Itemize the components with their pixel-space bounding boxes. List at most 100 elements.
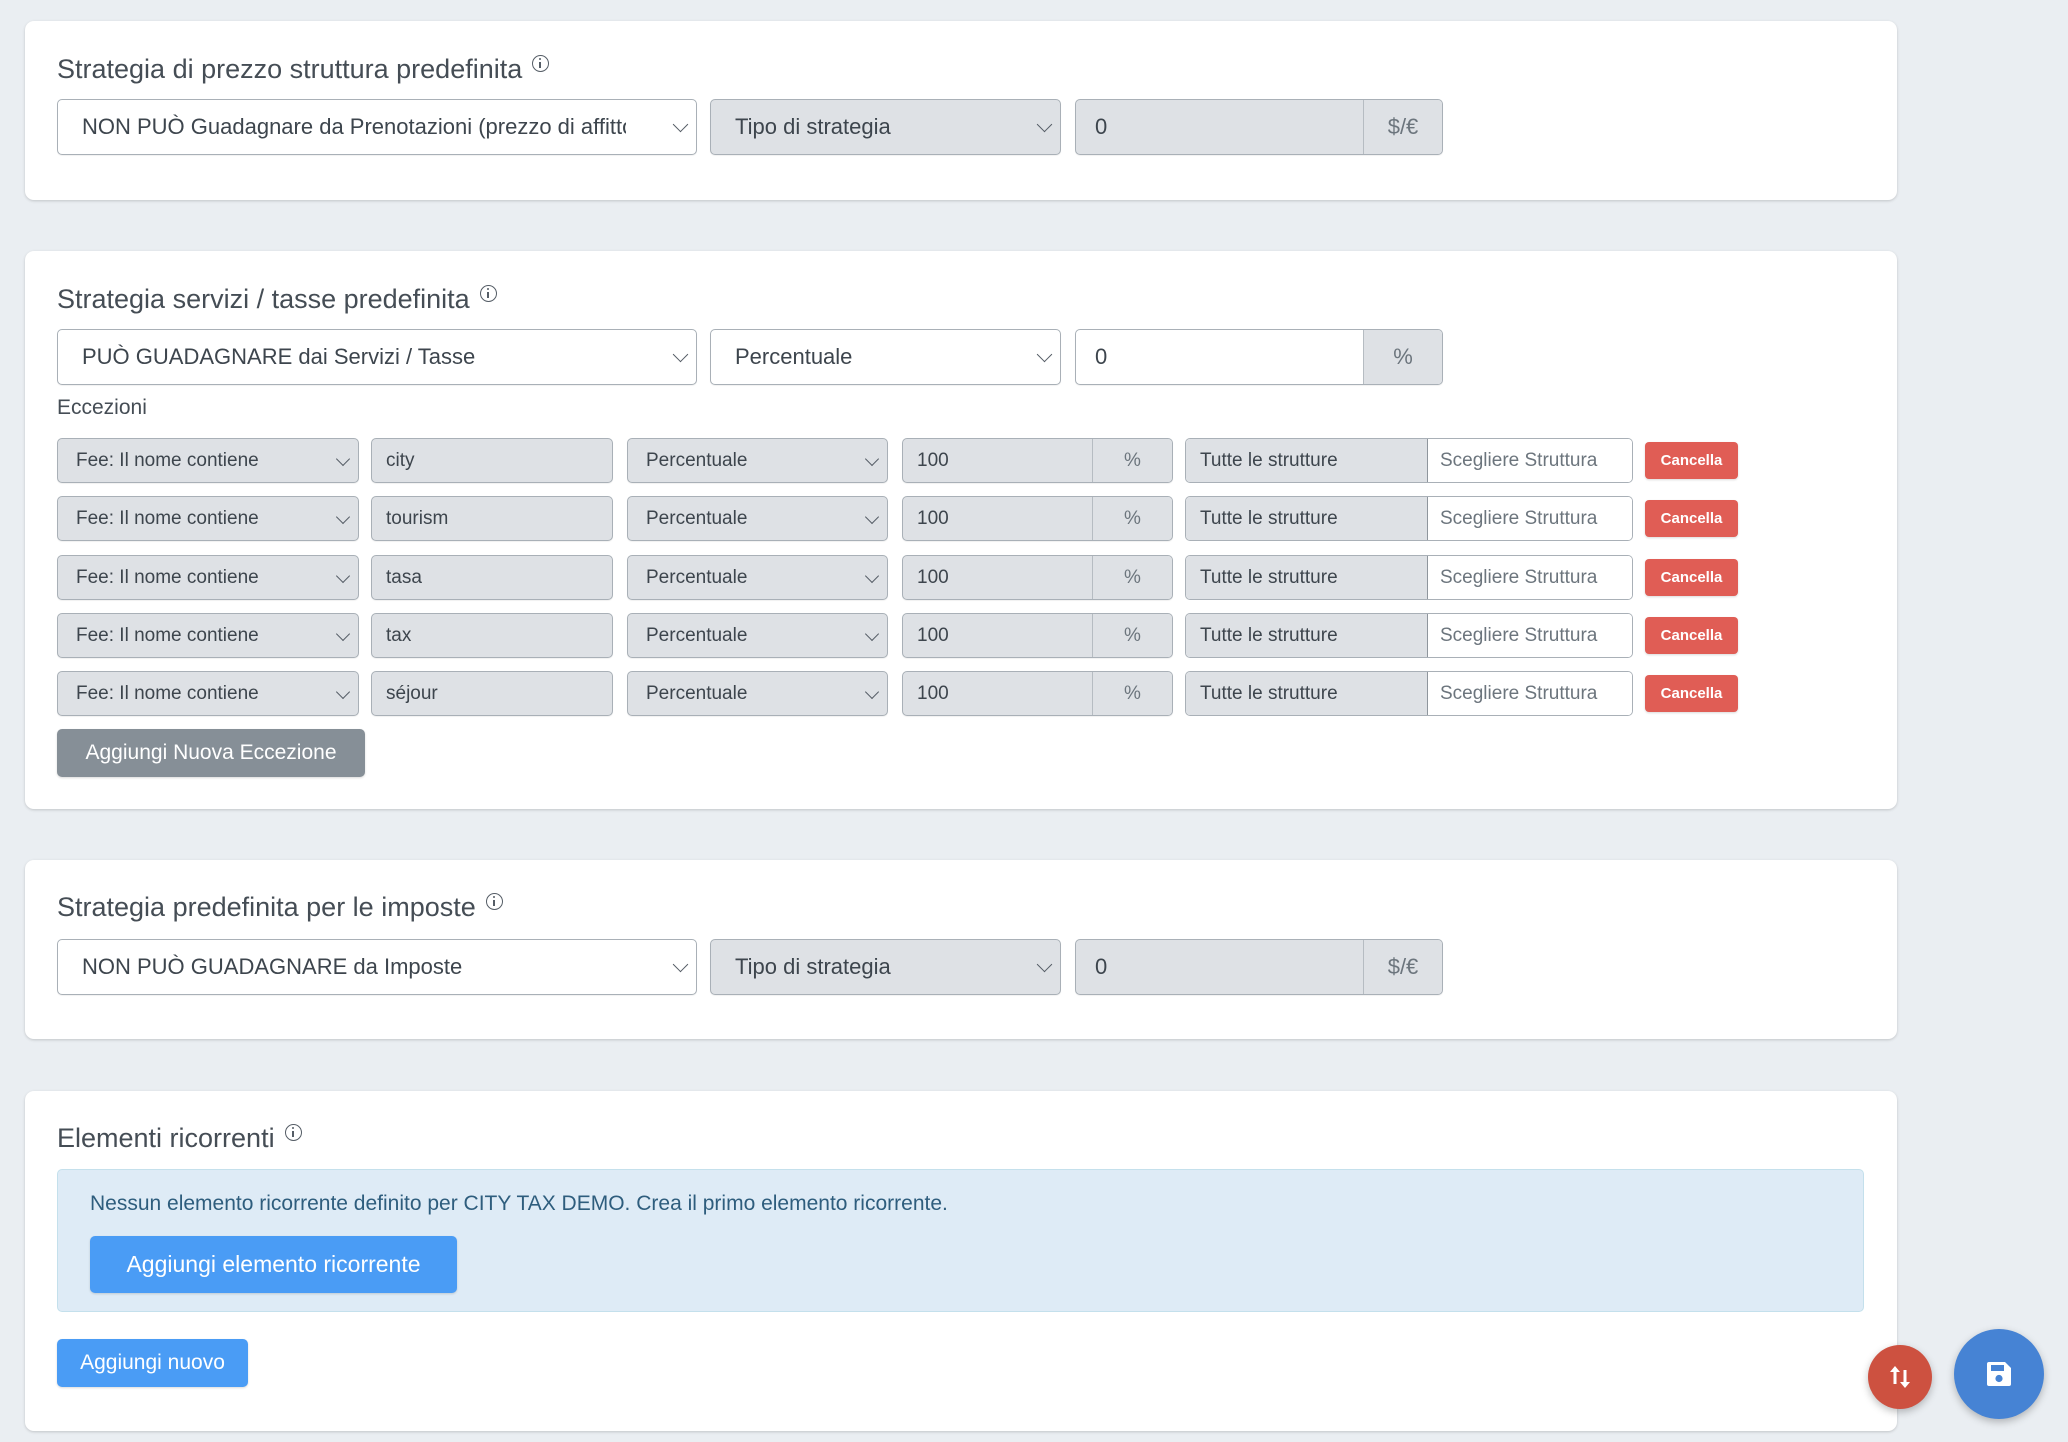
select-value: Fee: Il nome contiene — [76, 449, 259, 471]
chevron-down-icon — [672, 116, 689, 133]
select-value: NON PUÒ Guadagnare da Prenotazioni (prez… — [82, 114, 626, 139]
delete-exception-button[interactable]: Cancella — [1645, 500, 1738, 537]
exception-type-select[interactable]: Percentuale — [627, 438, 888, 483]
chevron-down-icon — [864, 568, 880, 583]
exception-value-input[interactable]: 100% — [902, 496, 1173, 541]
info-icon[interactable] — [485, 892, 503, 910]
chevron-down-icon — [335, 684, 351, 699]
exception-properties-group: Tutte le strutture Scegliere Struttura — [1185, 671, 1633, 716]
select-value: Tipo di strategia — [735, 114, 891, 139]
input-value: tasa — [386, 566, 422, 588]
exception-keyword-input[interactable]: tasa — [371, 555, 613, 600]
arrow-up-down-icon — [1890, 1366, 1910, 1388]
exception-keyword-input[interactable]: tax — [371, 613, 613, 658]
services-fees-strategy-select[interactable]: PUÒ GUADAGNARE dai Servizi / Tasse — [57, 329, 697, 385]
percent-suffix: % — [1363, 330, 1442, 384]
exception-keyword-input[interactable]: tourism — [371, 496, 613, 541]
add-recurring-element-button[interactable]: Aggiungi elemento ricorrente — [90, 1236, 457, 1293]
reorder-fab-button[interactable] — [1868, 1345, 1932, 1409]
exception-type-select[interactable]: Percentuale — [627, 496, 888, 541]
exception-value-input[interactable]: 100% — [902, 613, 1173, 658]
info-icon[interactable] — [479, 284, 497, 302]
input-value: 100 — [917, 682, 949, 704]
percent-suffix: % — [1092, 672, 1172, 715]
services-fees-strategy-card: Strategia servizi / tasse predefinita PU… — [25, 251, 1897, 809]
chevron-down-icon — [335, 568, 351, 583]
exception-condition-select[interactable]: Fee: Il nome contiene — [57, 438, 359, 483]
delete-exception-button[interactable]: Cancella — [1645, 617, 1738, 654]
select-value: Fee: Il nome contiene — [76, 566, 259, 588]
input-value: 100 — [917, 566, 949, 588]
exception-keyword-input[interactable]: séjour — [371, 671, 613, 716]
taxes-value-input[interactable]: 0 $/€ — [1075, 939, 1443, 995]
input-value: 100 — [917, 624, 949, 646]
chevron-down-icon — [1036, 116, 1053, 133]
currency-suffix: $/€ — [1363, 940, 1442, 994]
choose-property-input[interactable]: Scegliere Struttura — [1428, 672, 1632, 715]
property-price-strategy-card: Strategia di prezzo struttura predefinit… — [25, 21, 1897, 200]
section-title: Elementi ricorrenti — [57, 1120, 302, 1156]
taxes-strategy-card: Strategia predefinita per le imposte NON… — [25, 860, 1897, 1039]
chevron-down-icon — [335, 451, 351, 466]
all-properties-value: Tutte le strutture — [1186, 614, 1428, 657]
services-fees-value-input[interactable]: 0 % — [1075, 329, 1443, 385]
select-value: PUÒ GUADAGNARE dai Servizi / Tasse — [82, 344, 476, 369]
input-value: tax — [386, 624, 412, 646]
exception-properties-group: Tutte le strutture Scegliere Struttura — [1185, 438, 1633, 483]
input-value: séjour — [386, 682, 438, 704]
exception-type-select[interactable]: Percentuale — [627, 671, 888, 716]
percent-suffix: % — [1092, 497, 1172, 540]
chevron-down-icon — [335, 626, 351, 641]
info-icon[interactable] — [284, 1123, 302, 1141]
recurring-elements-card: Elementi ricorrenti Nessun elemento rico… — [25, 1091, 1897, 1431]
currency-suffix: $/€ — [1363, 100, 1442, 154]
delete-exception-button[interactable]: Cancella — [1645, 442, 1738, 479]
exception-condition-select[interactable]: Fee: Il nome contiene — [57, 613, 359, 658]
percent-suffix: % — [1092, 556, 1172, 599]
exception-condition-select[interactable]: Fee: Il nome contiene — [57, 671, 359, 716]
select-value: Percentuale — [646, 449, 748, 471]
taxes-strategy-select[interactable]: NON PUÒ GUADAGNARE da Imposte — [57, 939, 697, 995]
select-value: Tipo di strategia — [735, 954, 891, 979]
add-new-button[interactable]: Aggiungi nuovo — [57, 1339, 248, 1387]
choose-property-input[interactable]: Scegliere Struttura — [1428, 556, 1632, 599]
choose-property-input[interactable]: Scegliere Struttura — [1428, 497, 1632, 540]
property-price-title: Strategia di prezzo struttura predefinit… — [57, 53, 523, 84]
services-fees-type-select[interactable]: Percentuale — [710, 329, 1061, 385]
chevron-down-icon — [672, 956, 689, 973]
choose-property-input[interactable]: Scegliere Struttura — [1428, 614, 1632, 657]
section-title: Strategia predefinita per le imposte — [57, 889, 503, 925]
section-title: Strategia di prezzo struttura predefinit… — [57, 51, 550, 87]
property-price-strategy-select[interactable]: NON PUÒ Guadagnare da Prenotazioni (prez… — [57, 99, 697, 155]
select-value: Percentuale — [646, 682, 748, 704]
select-value: Fee: Il nome contiene — [76, 624, 259, 646]
property-price-value-input[interactable]: 0 $/€ — [1075, 99, 1443, 155]
exception-value-input[interactable]: 100% — [902, 671, 1173, 716]
delete-exception-button[interactable]: Cancella — [1645, 559, 1738, 596]
recurring-title: Elementi ricorrenti — [57, 1122, 275, 1153]
add-exception-button[interactable]: Aggiungi Nuova Eccezione — [57, 729, 365, 777]
delete-exception-button[interactable]: Cancella — [1645, 675, 1738, 712]
chevron-down-icon — [864, 626, 880, 641]
choose-property-input[interactable]: Scegliere Struttura — [1428, 439, 1632, 482]
select-value: Percentuale — [646, 624, 748, 646]
exception-condition-select[interactable]: Fee: Il nome contiene — [57, 555, 359, 600]
chevron-down-icon — [864, 509, 880, 524]
property-price-type-select[interactable]: Tipo di strategia — [710, 99, 1061, 155]
exception-properties-group: Tutte le strutture Scegliere Struttura — [1185, 613, 1633, 658]
select-value: NON PUÒ GUADAGNARE da Imposte — [82, 954, 463, 979]
taxes-type-select[interactable]: Tipo di strategia — [710, 939, 1061, 995]
info-icon[interactable] — [532, 54, 550, 72]
exception-value-input[interactable]: 100% — [902, 438, 1173, 483]
exception-condition-select[interactable]: Fee: Il nome contiene — [57, 496, 359, 541]
input-value: 0 — [1095, 954, 1108, 979]
exception-type-select[interactable]: Percentuale — [627, 555, 888, 600]
exception-type-select[interactable]: Percentuale — [627, 613, 888, 658]
exception-value-input[interactable]: 100% — [902, 555, 1173, 600]
chevron-down-icon — [864, 451, 880, 466]
chevron-down-icon — [672, 346, 689, 363]
exception-properties-group: Tutte le strutture Scegliere Struttura — [1185, 496, 1633, 541]
input-value: 100 — [917, 507, 949, 529]
save-fab-button[interactable] — [1954, 1329, 2044, 1419]
exception-keyword-input[interactable]: city — [371, 438, 613, 483]
